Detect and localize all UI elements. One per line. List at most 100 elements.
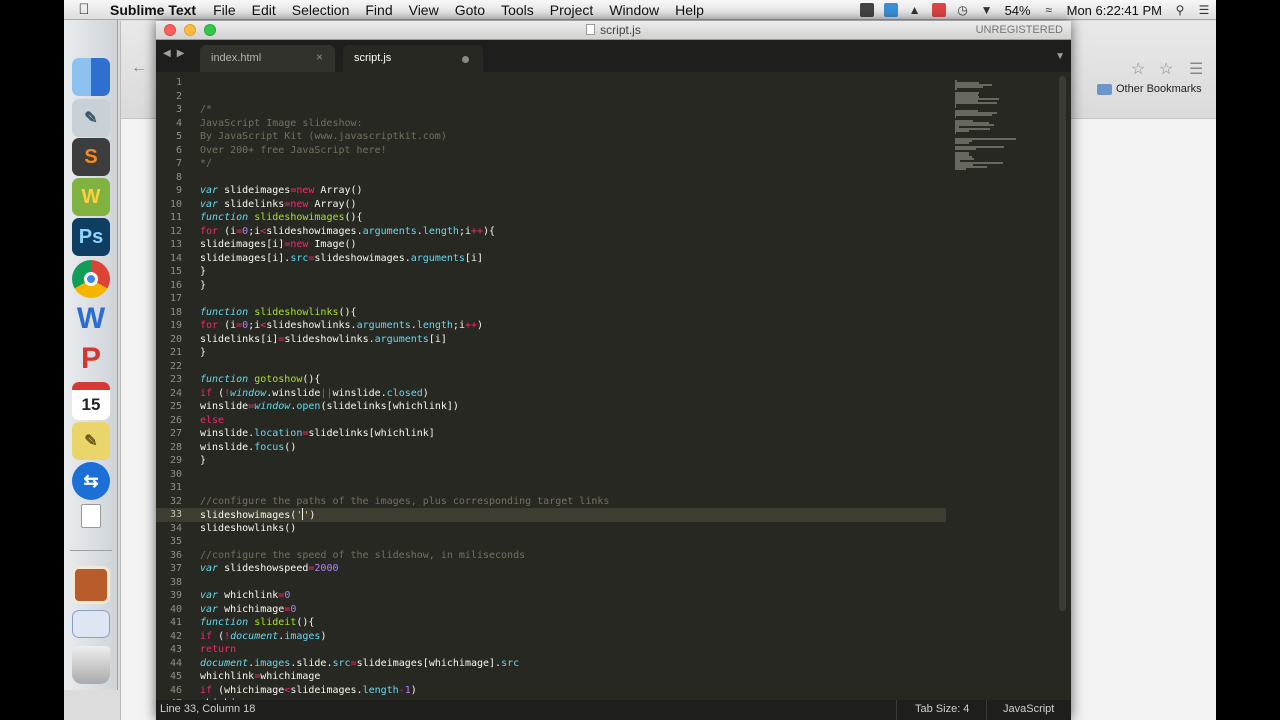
- code-line[interactable]: 12 for (i=0;i<slideshowimages.arguments.l…: [156, 225, 946, 239]
- code-line[interactable]: 33 slideshowimages(''): [156, 508, 946, 522]
- code-line[interactable]: 26 else: [156, 414, 946, 428]
- finder-icon[interactable]: [72, 58, 110, 96]
- notification-center-icon[interactable]: ☰: [1195, 3, 1213, 17]
- battery-percentage[interactable]: 54%: [999, 3, 1037, 18]
- code-line[interactable]: 27 winslide.location=slidelinks[whichlink…: [156, 427, 946, 441]
- photoshop-icon[interactable]: Ps: [72, 218, 110, 256]
- code-line[interactable]: 1: [156, 76, 946, 90]
- dreamweaver-icon[interactable]: W: [72, 178, 110, 216]
- textedit-icon[interactable]: ✎: [72, 422, 110, 460]
- code-line[interactable]: 7 */: [156, 157, 946, 171]
- code-line[interactable]: 29}: [156, 454, 946, 468]
- volume-icon[interactable]: ▼: [978, 3, 996, 17]
- drive-status-icon[interactable]: ▲: [906, 3, 924, 17]
- shield-icon[interactable]: ☆: [1159, 59, 1173, 79]
- chrome-icon[interactable]: [72, 260, 110, 298]
- menu-goto[interactable]: Goto: [447, 2, 493, 18]
- menu-edit[interactable]: Edit: [244, 2, 284, 18]
- menu-app-name[interactable]: Sublime Text: [104, 2, 205, 18]
- menu-tools[interactable]: Tools: [493, 2, 542, 18]
- menu-find[interactable]: Find: [357, 2, 400, 18]
- menu-selection[interactable]: Selection: [284, 2, 358, 18]
- code-line[interactable]: 2: [156, 90, 946, 104]
- code-line[interactable]: 31: [156, 481, 946, 495]
- code-line[interactable]: 38: [156, 576, 946, 590]
- code-line[interactable]: 41 function slideit(){: [156, 616, 946, 630]
- menu-help[interactable]: Help: [667, 2, 712, 18]
- code-line[interactable]: 15}: [156, 265, 946, 279]
- code-line[interactable]: 13 slideimages[i]=new Image(): [156, 238, 946, 252]
- code-line[interactable]: 11 function slideshowimages(){: [156, 211, 946, 225]
- menu-view[interactable]: View: [401, 2, 447, 18]
- time-machine-icon[interactable]: ◷: [954, 3, 972, 17]
- code-line[interactable]: 19 for (i=0;i<slideshowlinks.arguments.le…: [156, 319, 946, 333]
- teamviewer-icon[interactable]: ⇆: [72, 462, 110, 500]
- folder-icon[interactable]: [72, 610, 110, 638]
- code-line[interactable]: 10 var slidelinks=new Array(): [156, 198, 946, 212]
- code-line[interactable]: 3 /*: [156, 103, 946, 117]
- menu-project[interactable]: Project: [542, 2, 602, 18]
- code-line[interactable]: 20 slidelinks[i]=slideshowlinks.arguments…: [156, 333, 946, 347]
- code-line[interactable]: 23 function gotoshow(){: [156, 373, 946, 387]
- sublime-text-icon[interactable]: S: [72, 138, 110, 176]
- code-line[interactable]: 32 //configure the paths of the images, p…: [156, 495, 946, 509]
- code-line[interactable]: 16}: [156, 279, 946, 293]
- code-line[interactable]: 40 var whichimage=0: [156, 603, 946, 617]
- code-line[interactable]: 35: [156, 535, 946, 549]
- code-line[interactable]: 14 slideimages[i].src=slideshowimages.arg…: [156, 252, 946, 266]
- powerpoint-icon[interactable]: P: [72, 340, 110, 378]
- code-line[interactable]: 39 var whichlink=0: [156, 589, 946, 603]
- tab-dropdown-icon[interactable]: ▼: [1055, 51, 1065, 62]
- browser-menu-icon[interactable]: ☰: [1189, 59, 1203, 79]
- code-line[interactable]: 9 var slideimages=new Array(): [156, 184, 946, 198]
- tab-navigation-arrows-icon[interactable]: ◀▶: [163, 48, 190, 59]
- menubar-clock[interactable]: Mon 6:22:41 PM: [1061, 3, 1168, 18]
- code-line[interactable]: 45 whichlink=whichimage: [156, 670, 946, 684]
- syntax-selector[interactable]: JavaScript: [986, 700, 1071, 720]
- code-line[interactable]: 24 if (!window.winslide||winslide.closed): [156, 387, 946, 401]
- trash-icon[interactable]: [72, 646, 110, 684]
- calendar-icon[interactable]: 15: [72, 382, 110, 420]
- close-status-icon[interactable]: [930, 3, 948, 17]
- wifi-icon[interactable]: ≈: [1040, 3, 1058, 17]
- word-icon[interactable]: W: [72, 300, 110, 338]
- code-line[interactable]: 17: [156, 292, 946, 306]
- script-editor-icon[interactable]: ✎: [72, 99, 110, 137]
- other-bookmarks[interactable]: Other Bookmarks: [1097, 83, 1202, 95]
- menu-file[interactable]: File: [205, 2, 244, 18]
- code-line[interactable]: 30: [156, 468, 946, 482]
- star-icon[interactable]: ☆: [1131, 59, 1145, 79]
- code-line[interactable]: 36 //configure the speed of the slideshow…: [156, 549, 946, 563]
- tab-script-js[interactable]: script.js: [343, 45, 483, 72]
- code-line[interactable]: 18 function slideshowlinks(){: [156, 306, 946, 320]
- code-line[interactable]: 37 var slideshowspeed=2000: [156, 562, 946, 576]
- code-line[interactable]: 8: [156, 171, 946, 185]
- code-line[interactable]: 42 if (!document.images): [156, 630, 946, 644]
- photo-icon[interactable]: [72, 566, 110, 604]
- spotlight-search-icon[interactable]: ⚲: [1171, 3, 1189, 17]
- tab-size-selector[interactable]: Tab Size: 4: [896, 700, 986, 720]
- apple-menu-icon[interactable]: : [64, 1, 104, 18]
- document-icon[interactable]: [81, 504, 101, 528]
- code-line[interactable]: 21}: [156, 346, 946, 360]
- code-line[interactable]: 28 winslide.focus(): [156, 441, 946, 455]
- vertical-scrollbar[interactable]: [1059, 76, 1066, 611]
- close-icon[interactable]: ×: [316, 50, 323, 64]
- tab-index-html[interactable]: index.html ×: [200, 45, 335, 72]
- code-line[interactable]: 5 By JavaScript Kit (www.javascriptkit.co…: [156, 130, 946, 144]
- unsaved-dot-icon[interactable]: [462, 56, 469, 63]
- minimap[interactable]: [953, 72, 1055, 700]
- skype-status-icon[interactable]: [882, 3, 900, 17]
- code-line[interactable]: 43 return: [156, 643, 946, 657]
- browser-back-icon[interactable]: ←: [131, 59, 147, 77]
- code-line[interactable]: 22: [156, 360, 946, 374]
- code-line[interactable]: 44 document.images.slide.src=slideimages[…: [156, 657, 946, 671]
- menu-window[interactable]: Window: [601, 2, 667, 18]
- code-line[interactable]: 25 winslide=window.open(slidelinks[whichl…: [156, 400, 946, 414]
- adobe-status-icon[interactable]: [858, 3, 876, 17]
- code-line[interactable]: 4 JavaScript Image slideshow:: [156, 117, 946, 131]
- code-editor[interactable]: 1 2 3/* 4 JavaScript Image slideshow: 5 By Jav…: [156, 72, 1071, 700]
- code-line[interactable]: 46 if (whichimage<slideimages.length-1): [156, 684, 946, 698]
- code-line[interactable]: 6 Over 200+ free JavaScript here!: [156, 144, 946, 158]
- code-line[interactable]: 34 slideshowlinks(): [156, 522, 946, 536]
